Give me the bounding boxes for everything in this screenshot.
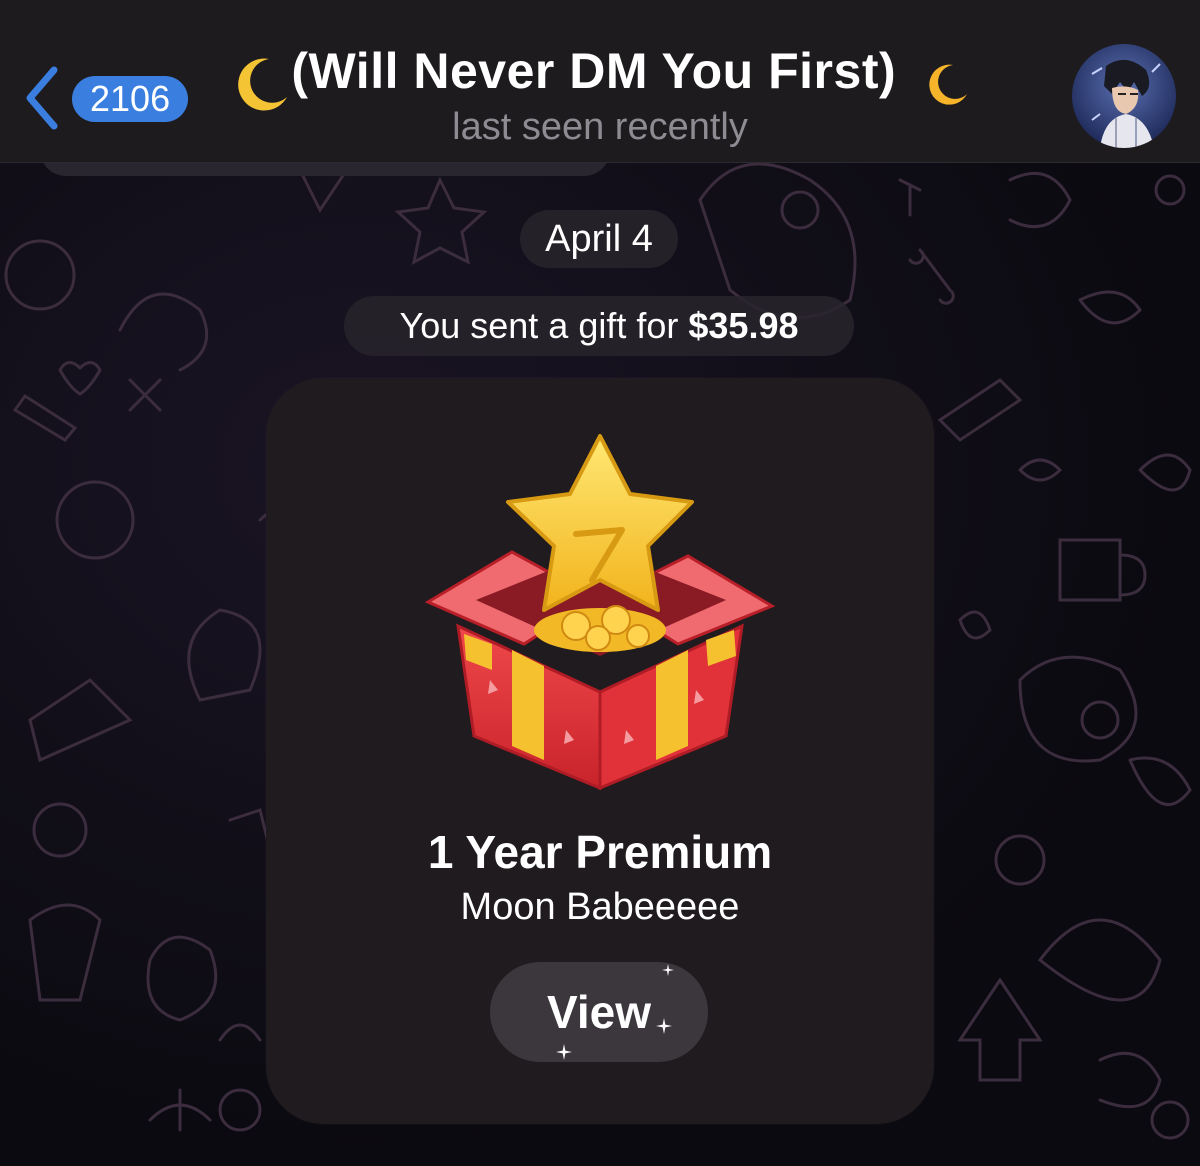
sparkle-icon [656, 1018, 672, 1034]
gift-amount: $35.98 [688, 305, 799, 346]
sparkle-icon [556, 1044, 572, 1060]
gift-notice-text: You sent a gift for [399, 305, 679, 346]
view-button-label: View [547, 986, 651, 1038]
sparkle-icon [662, 964, 674, 976]
gift-service-message: You sent a gift for $35.98 [344, 296, 854, 356]
chat-header: 2106 (Will Never DM You First) last seen… [0, 0, 1200, 163]
crescent-moon-icon [928, 64, 967, 105]
avatar[interactable] [1072, 44, 1176, 148]
star-gift-box-icon [424, 434, 776, 790]
view-gift-button[interactable]: View [490, 962, 708, 1062]
last-seen-status: last seen recently [452, 106, 748, 148]
gift-card[interactable]: 1 Year Premium Moon Babeeeee View [266, 378, 934, 1124]
gift-recipient: Moon Babeeeee [460, 886, 740, 928]
gift-title: 1 Year Premium [427, 826, 773, 878]
date-separator: April 4 [520, 210, 678, 268]
chat-title: (Will Never DM You First) [291, 43, 897, 99]
